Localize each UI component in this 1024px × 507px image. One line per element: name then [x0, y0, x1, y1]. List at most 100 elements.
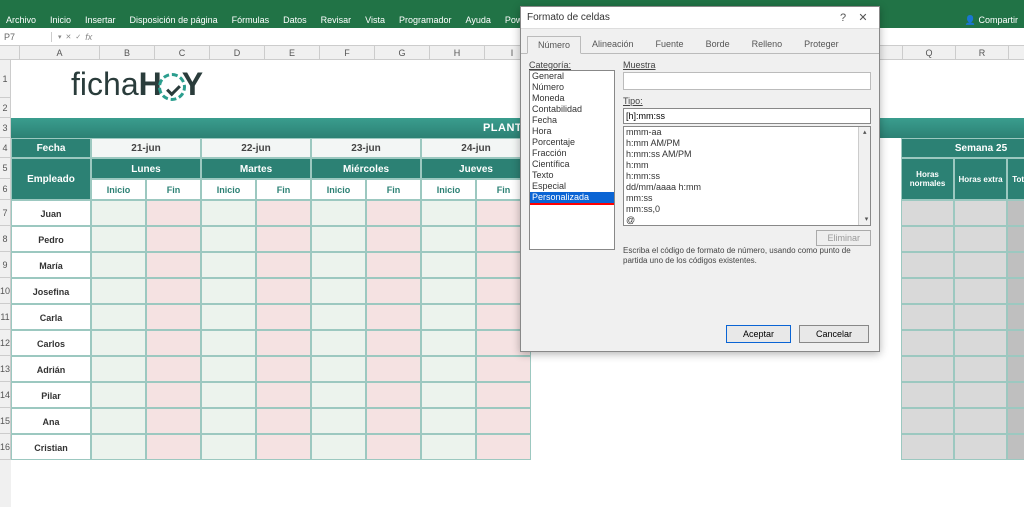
category-list[interactable]: GeneralNúmeroMonedaContabilidadFechaHora…: [529, 70, 615, 250]
cell-fin[interactable]: [256, 382, 311, 408]
cell-inicio[interactable]: [201, 356, 256, 382]
row-header[interactable]: 2: [0, 98, 11, 118]
cell-total[interactable]: [1007, 434, 1024, 460]
cell-total[interactable]: [1007, 200, 1024, 226]
cell-inicio[interactable]: [421, 330, 476, 356]
cell-fin[interactable]: [146, 330, 201, 356]
cell-inicio[interactable]: [421, 304, 476, 330]
cell-fin[interactable]: [146, 356, 201, 382]
category-item[interactable]: Contabilidad: [530, 104, 614, 115]
type-item[interactable]: h:mm: [624, 160, 870, 171]
help-icon[interactable]: ?: [833, 12, 853, 24]
cell-inicio[interactable]: [311, 382, 366, 408]
cell-fin[interactable]: [366, 382, 421, 408]
cell-total[interactable]: [901, 382, 954, 408]
employee-cell[interactable]: Pedro: [11, 226, 91, 252]
category-item[interactable]: Texto: [530, 170, 614, 181]
col-header[interactable]: C: [155, 46, 210, 59]
row-header[interactable]: 12: [0, 330, 11, 356]
row-header[interactable]: 14: [0, 382, 11, 408]
cell-inicio[interactable]: [201, 200, 256, 226]
cell-fin[interactable]: [476, 382, 531, 408]
cell-inicio[interactable]: [311, 226, 366, 252]
menu-inicio[interactable]: Inicio: [50, 15, 71, 25]
type-item[interactable]: mm:ss,0: [624, 204, 870, 215]
cell-inicio[interactable]: [311, 304, 366, 330]
cell-inicio[interactable]: [311, 408, 366, 434]
category-item[interactable]: Personalizada: [530, 192, 614, 205]
cell-inicio[interactable]: [91, 226, 146, 252]
col-header[interactable]: G: [375, 46, 430, 59]
cell-total[interactable]: [1007, 356, 1024, 382]
cell-inicio[interactable]: [201, 330, 256, 356]
type-item[interactable]: @: [624, 215, 870, 226]
row-header[interactable]: 15: [0, 408, 11, 434]
cell-total[interactable]: [954, 304, 1007, 330]
cell-fin[interactable]: [366, 278, 421, 304]
share-button[interactable]: 👤 Compartir: [965, 15, 1018, 26]
col-header[interactable]: B: [100, 46, 155, 59]
row-header[interactable]: 1: [0, 60, 11, 98]
cell-total[interactable]: [1007, 252, 1024, 278]
col-header[interactable]: R: [956, 46, 1009, 59]
cell-inicio[interactable]: [91, 252, 146, 278]
category-item[interactable]: Fracción: [530, 148, 614, 159]
cell-inicio[interactable]: [201, 382, 256, 408]
cell-inicio[interactable]: [91, 278, 146, 304]
employee-cell[interactable]: Josefina: [11, 278, 91, 304]
scroll-up-icon[interactable]: ▴: [861, 127, 868, 138]
cell-inicio[interactable]: [421, 356, 476, 382]
col-header[interactable]: Q: [903, 46, 956, 59]
cell-fin[interactable]: [366, 356, 421, 382]
cell-inicio[interactable]: [421, 200, 476, 226]
menu-archivo[interactable]: Archivo: [6, 15, 36, 25]
cell-fin[interactable]: [146, 200, 201, 226]
scroll-down-icon[interactable]: ▾: [861, 214, 871, 225]
type-item[interactable]: h:mm:ss AM/PM: [624, 149, 870, 160]
cell-total[interactable]: [901, 330, 954, 356]
cell-fin[interactable]: [476, 356, 531, 382]
row-header[interactable]: 6: [0, 179, 11, 200]
cell-fin[interactable]: [476, 434, 531, 460]
type-item[interactable]: h:mm AM/PM: [624, 138, 870, 149]
row-header[interactable]: 13: [0, 356, 11, 382]
cell-inicio[interactable]: [201, 278, 256, 304]
cell-total[interactable]: [901, 434, 954, 460]
dialog-tab-alineación[interactable]: Alineación: [581, 35, 645, 53]
employee-cell[interactable]: Adrián: [11, 356, 91, 382]
cell-total[interactable]: [954, 408, 1007, 434]
cell-fin[interactable]: [366, 226, 421, 252]
cell-inicio[interactable]: [311, 200, 366, 226]
cell-total[interactable]: [1007, 226, 1024, 252]
type-item[interactable]: h:mm:ss: [624, 171, 870, 182]
cell-fin[interactable]: [366, 434, 421, 460]
cell-inicio[interactable]: [421, 408, 476, 434]
dialog-tab-proteger[interactable]: Proteger: [793, 35, 850, 53]
cell-fin[interactable]: [256, 226, 311, 252]
cell-inicio[interactable]: [421, 434, 476, 460]
col-header[interactable]: A: [20, 46, 100, 59]
menu-programador[interactable]: Programador: [399, 15, 452, 25]
cell-fin[interactable]: [366, 304, 421, 330]
fx-icon[interactable]: fx: [85, 32, 92, 42]
cell-total[interactable]: [901, 200, 954, 226]
cell-fin[interactable]: [256, 304, 311, 330]
row-header[interactable]: 4: [0, 138, 11, 158]
cell-fin[interactable]: [146, 278, 201, 304]
employee-cell[interactable]: Pilar: [11, 382, 91, 408]
cell-fin[interactable]: [256, 408, 311, 434]
cell-total[interactable]: [954, 252, 1007, 278]
type-item[interactable]: mm:ss: [624, 193, 870, 204]
row-header[interactable]: 8: [0, 226, 11, 252]
cell-inicio[interactable]: [201, 252, 256, 278]
cell-total[interactable]: [954, 226, 1007, 252]
cell-inicio[interactable]: [421, 252, 476, 278]
cancel-button[interactable]: Cancelar: [799, 325, 869, 343]
cell-total[interactable]: [901, 304, 954, 330]
cell-inicio[interactable]: [201, 434, 256, 460]
close-icon[interactable]: ✕: [853, 11, 873, 24]
cell-fin[interactable]: [146, 304, 201, 330]
cell-inicio[interactable]: [91, 434, 146, 460]
cell-total[interactable]: [954, 278, 1007, 304]
dialog-tab-fuente[interactable]: Fuente: [645, 35, 695, 53]
